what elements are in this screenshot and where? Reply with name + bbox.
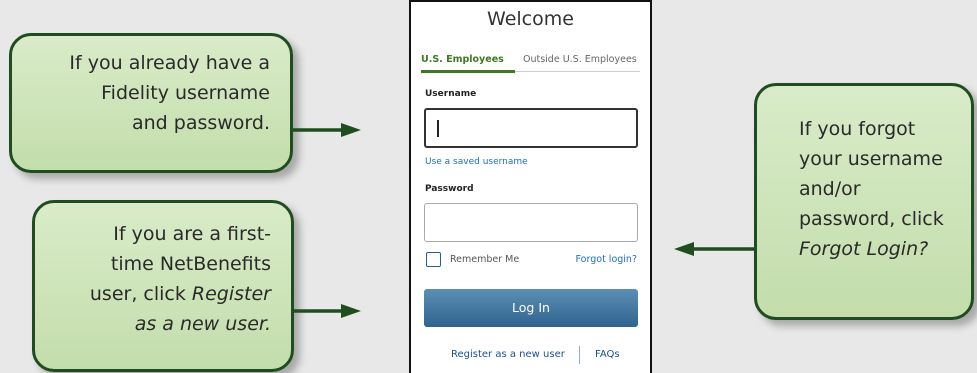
tab-outside-us-employees[interactable]: Outside U.S. Employees [523,54,637,65]
callout-existing-user: If you already have a Fidelity username … [9,33,293,173]
password-label: Password [425,184,474,194]
callout-register-line-3: user, click Register [45,279,271,309]
callout-register-line-1: If you are a first- [113,223,271,245]
callout-register-line-2: time NetBenefits [110,253,271,275]
page-title: Welcome [487,8,574,30]
callout-forgot-line-4: password, click [799,208,944,230]
callout-register-line-4: as a new user. [45,309,271,339]
callout-forgot-line-2: your username [799,148,943,170]
callout-register-italic-1: Register [191,283,271,305]
left-arrow-icon [674,242,754,256]
remember-me-checkbox[interactable] [426,252,441,267]
callout-existing-line-1: If you already have a [69,52,270,74]
tab-us-employees[interactable]: U.S. Employees [421,54,504,65]
callout-forgot: If you forgot your username and/or passw… [754,83,974,320]
callout-existing-line-3: and password. [131,112,270,134]
use-saved-username-link[interactable]: Use a saved username [425,157,528,167]
callout-register-italic-2: as a new user. [134,313,271,335]
right-arrow-icon [293,123,361,137]
callout-forgot-line-1: If you forgot [799,118,916,140]
login-panel: Welcome U.S. Employees Outside U.S. Empl… [409,0,652,373]
right-arrow-icon [293,304,361,318]
callout-register-prefix: user, click [89,283,192,305]
faqs-link[interactable]: FAQs [595,349,620,360]
callout-forgot-line-3: and/or [799,178,861,200]
username-label: Username [425,89,477,99]
password-input[interactable] [424,203,638,242]
callout-forgot-italic: Forgot Login? [799,238,929,260]
username-input[interactable] [424,108,638,148]
footer-separator [579,346,580,364]
callout-existing-line-2: Fidelity username [101,82,270,104]
active-tab-indicator [421,70,515,73]
text-cursor [437,120,439,137]
forgot-login-link[interactable]: Forgot login? [576,254,637,265]
login-button[interactable]: Log In [424,289,638,327]
callout-forgot-line-5: Forgot Login? [799,234,957,264]
callout-register: If you are a first- time NetBenefits use… [32,200,294,372]
register-link[interactable]: Register as a new user [451,349,565,360]
remember-me-label[interactable]: Remember Me [450,254,519,265]
